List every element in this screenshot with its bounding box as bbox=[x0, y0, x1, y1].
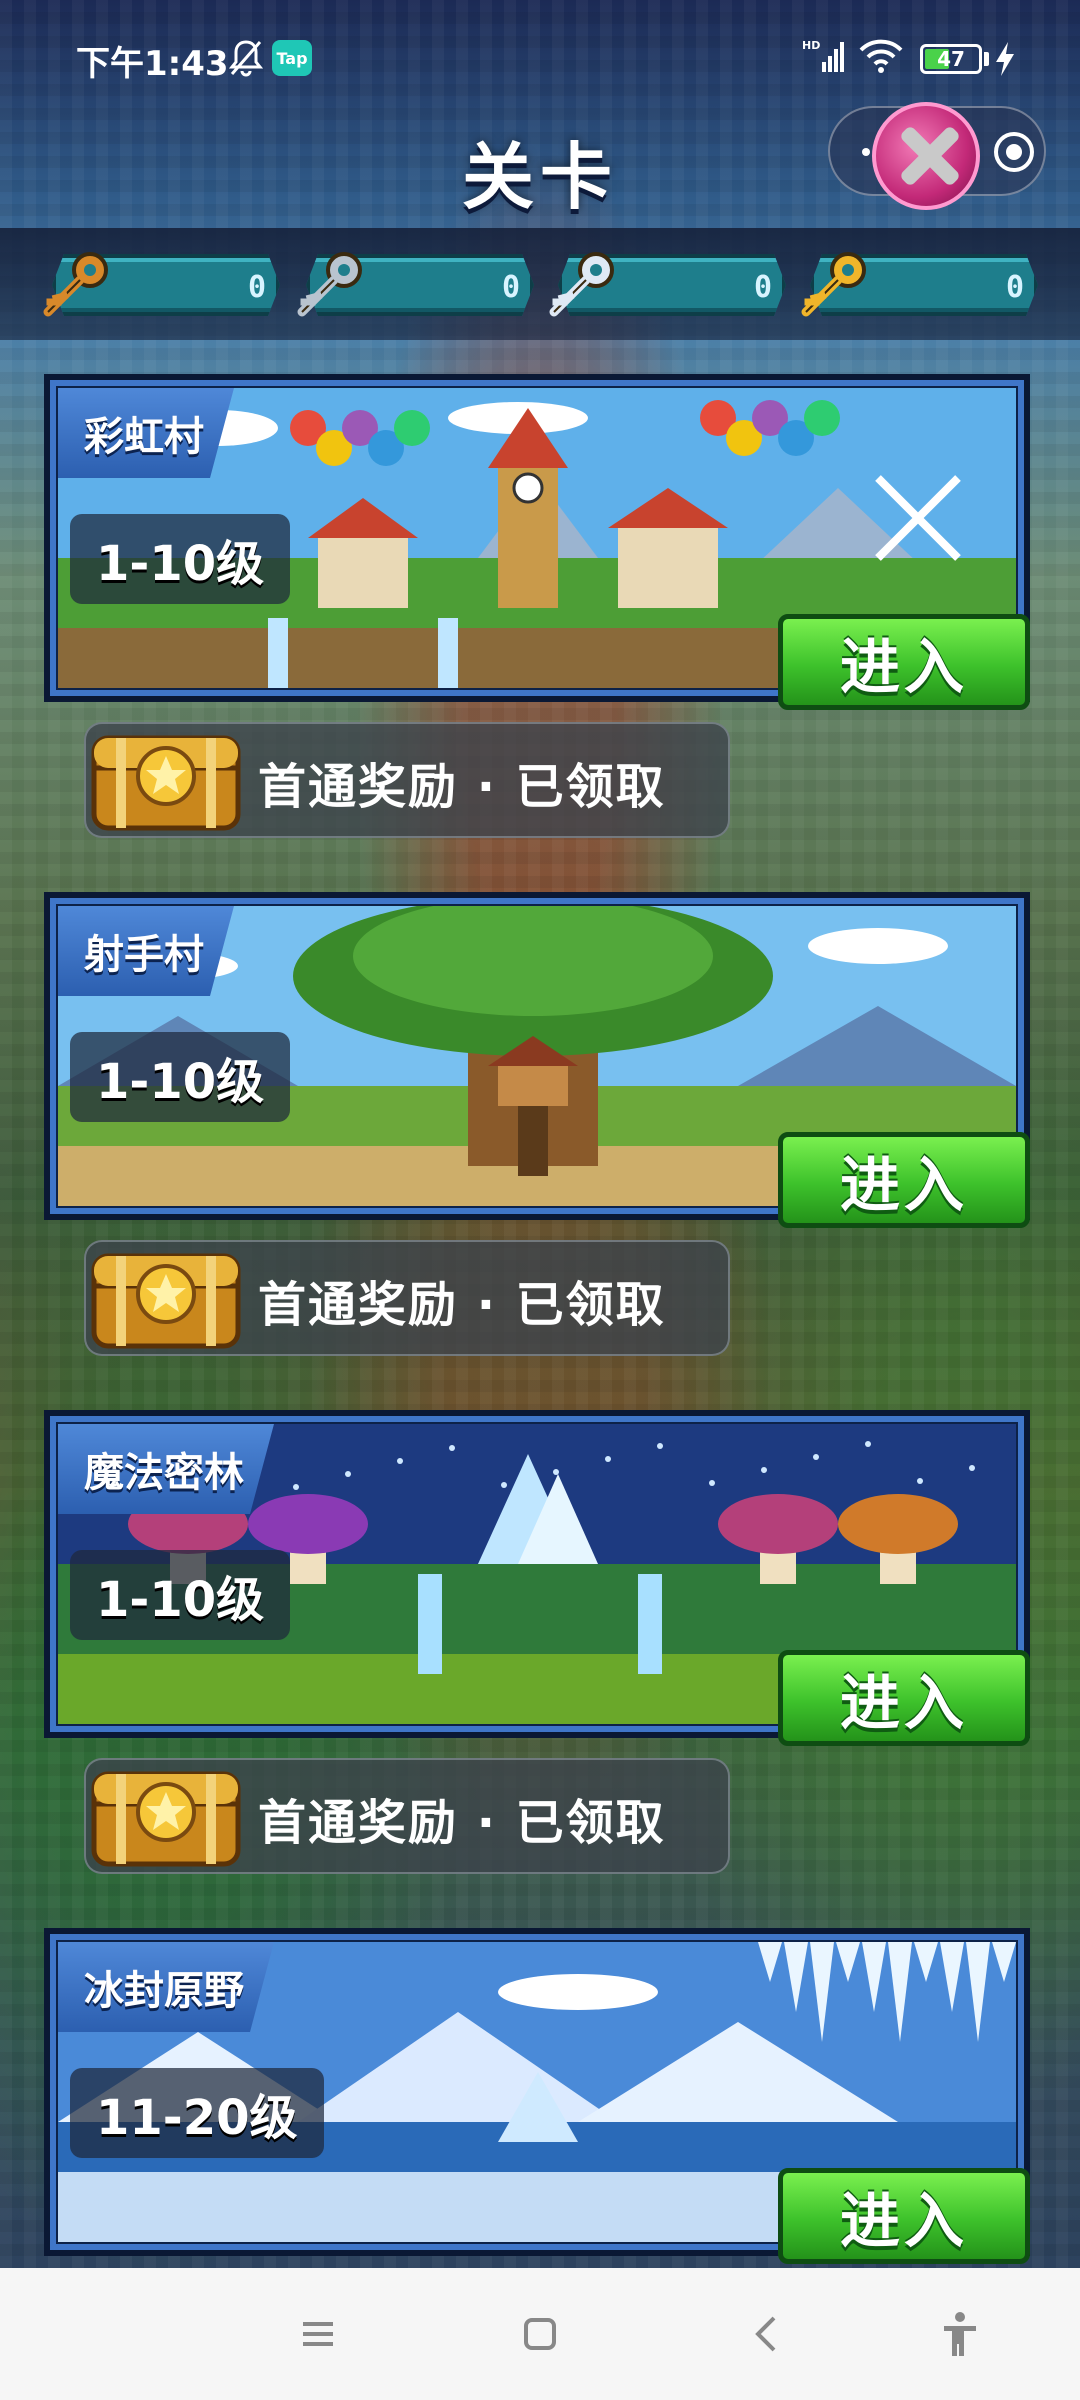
bell-muted-icon bbox=[228, 40, 264, 77]
level-range: 1-10级 bbox=[70, 1550, 291, 1640]
level-card: 射手村 1-10级进入 bbox=[44, 892, 1042, 1228]
avatar[interactable] bbox=[872, 102, 980, 210]
system-nav-bar bbox=[0, 2268, 1080, 2400]
first-clear-reward: 首通奖励 · 已领取 bbox=[84, 1758, 730, 1874]
treasure-chest-icon bbox=[91, 1771, 241, 1867]
wifi-icon bbox=[859, 39, 903, 73]
battery-indicator: 47 bbox=[920, 44, 982, 74]
treasure-chest-icon bbox=[91, 1253, 241, 1349]
accessibility-icon[interactable] bbox=[930, 2304, 990, 2364]
level-card: 彩虹村 1-10级进入 bbox=[44, 374, 1042, 710]
level-name: 射手村 bbox=[58, 906, 234, 996]
level-range: 11-20级 bbox=[70, 2068, 324, 2158]
charging-bolt-icon bbox=[996, 42, 1014, 76]
first-clear-reward: 首通奖励 · 已领取 bbox=[84, 1240, 730, 1356]
key-count: 0 bbox=[247, 270, 266, 305]
key-count: 0 bbox=[753, 270, 772, 305]
signal-icon: HD bbox=[802, 39, 844, 72]
home-icon[interactable] bbox=[510, 2304, 570, 2364]
battery-percent: 47 bbox=[937, 47, 965, 71]
level-name: 魔法密林 bbox=[58, 1424, 274, 1514]
gold-key-icon bbox=[801, 252, 866, 317]
bronze-key-icon bbox=[43, 252, 108, 317]
level-range: 1-10级 bbox=[70, 1032, 291, 1122]
treasure-chest-icon bbox=[91, 735, 241, 831]
key-count: 0 bbox=[501, 270, 520, 305]
back-icon[interactable] bbox=[738, 2304, 798, 2364]
mini-program-capsule bbox=[828, 102, 1046, 210]
reward-status: 首通奖励 · 已领取 bbox=[258, 1277, 666, 1333]
close-target-icon[interactable] bbox=[992, 130, 1036, 174]
level-range: 1-10级 bbox=[70, 514, 291, 604]
enter-button[interactable]: 进入 bbox=[778, 1132, 1030, 1228]
menu-icon[interactable] bbox=[288, 2304, 348, 2364]
tap-app-icon: Tap bbox=[272, 40, 312, 76]
reward-status: 首通奖励 · 已领取 bbox=[258, 759, 666, 815]
enter-button[interactable]: 进入 bbox=[778, 2168, 1030, 2264]
status-time: 下午1:43 bbox=[76, 44, 229, 84]
enter-button[interactable]: 进入 bbox=[778, 1650, 1030, 1746]
level-name: 彩虹村 bbox=[58, 388, 234, 478]
level-card: 冰封原野 11-20级进入 bbox=[44, 1928, 1042, 2264]
key-count: 0 bbox=[1005, 270, 1024, 305]
battery-cap bbox=[984, 52, 989, 66]
level-card: 魔法密林 1-10级进入 bbox=[44, 1410, 1042, 1746]
crystal-key-icon bbox=[549, 252, 614, 317]
silver-key-icon bbox=[297, 252, 362, 317]
enter-button[interactable]: 进入 bbox=[778, 614, 1030, 710]
svg-text:HD: HD bbox=[802, 39, 820, 52]
level-name: 冰封原野 bbox=[58, 1942, 274, 2032]
first-clear-reward: 首通奖励 · 已领取 bbox=[84, 722, 730, 838]
reward-status: 首通奖励 · 已领取 bbox=[258, 1795, 666, 1851]
